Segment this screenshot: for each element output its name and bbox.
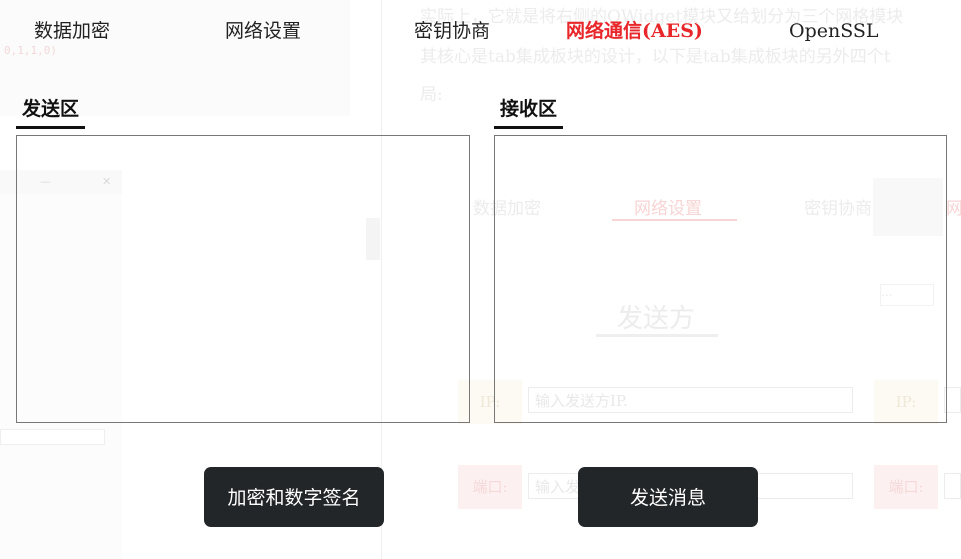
bg-port-label: 端口: [458,465,522,509]
bg-text-line: 局: [420,85,443,105]
tab-network-settings[interactable]: 网络设置 [225,16,301,46]
tab-key-negotiation[interactable]: 密钥协商 [414,16,490,46]
receive-textarea[interactable] [494,135,947,423]
send-textarea[interactable] [16,135,470,423]
bg-tab: 网 [946,199,961,219]
encrypt-and-sign-button[interactable]: 加密和数字签名 [204,467,384,527]
send-area-label: 发送区 [16,94,86,129]
send-message-button[interactable]: 发送消息 [578,467,758,527]
bg-port-input-right [944,473,961,499]
tab-openssl[interactable]: OpenSSL [789,16,879,46]
bg-field [0,429,105,445]
tab-data-encryption[interactable]: 数据加密 [34,16,110,46]
receive-area-label: 接收区 [494,94,564,129]
bg-port-label-right: 端口: [874,465,938,509]
tab-network-communication-aes[interactable]: 网络通信(AES) [566,16,703,46]
